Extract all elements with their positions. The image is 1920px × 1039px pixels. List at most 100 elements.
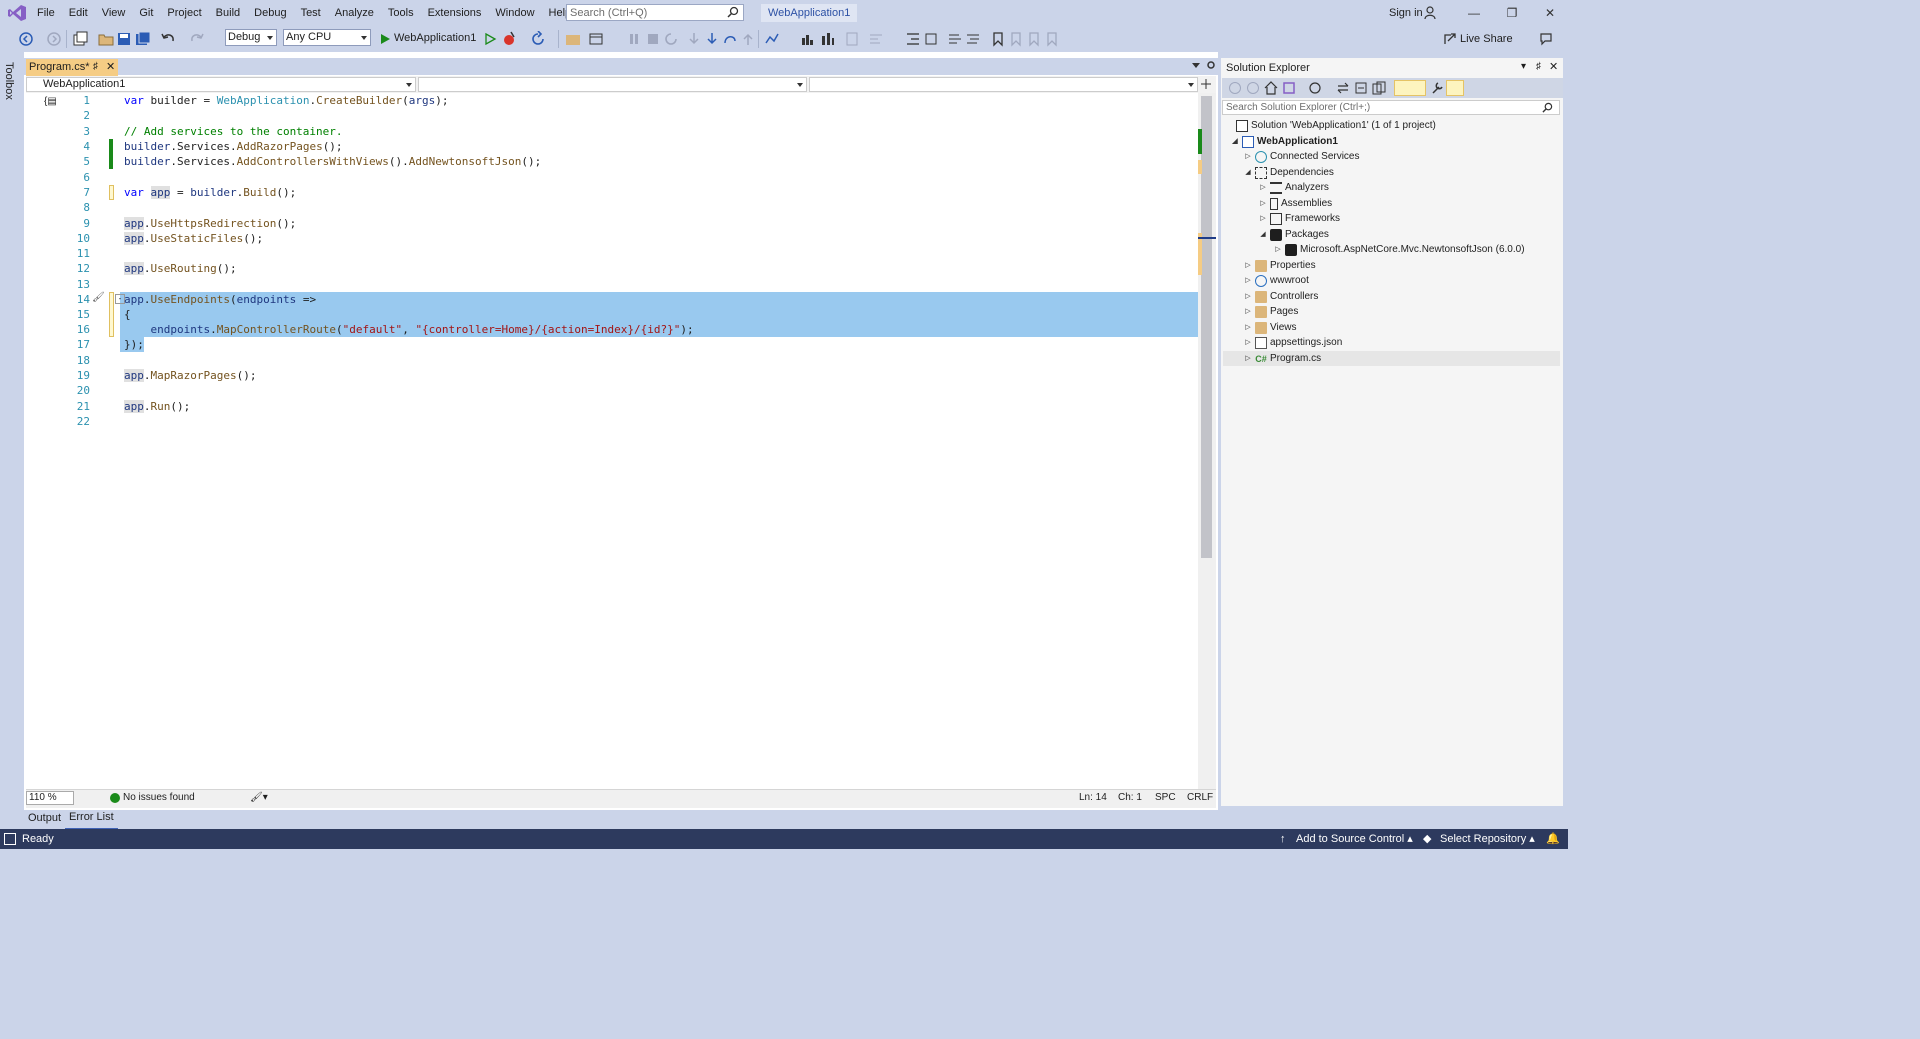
forward-icon[interactable] xyxy=(1246,81,1260,95)
preview-selected-toggle[interactable] xyxy=(1394,80,1426,96)
line-indicator[interactable]: Ln: 14 xyxy=(1079,790,1107,806)
collapsed-arrow-icon[interactable]: ▷ xyxy=(1243,289,1253,304)
tree-item-wwwroot[interactable]: ▷ wwwroot xyxy=(1243,273,1309,288)
menu-git[interactable]: Git xyxy=(132,0,160,26)
live-share-icon[interactable] xyxy=(1442,31,1458,47)
vs-logo-icon[interactable] xyxy=(8,5,26,21)
tree-item-package[interactable]: ▷ Microsoft.AspNetCore.Mvc.NewtonsoftJson… xyxy=(1273,242,1525,257)
menu-extensions[interactable]: Extensions xyxy=(421,0,489,26)
forward-icon[interactable] xyxy=(46,31,62,47)
notifications-icon[interactable]: 🔔 xyxy=(1546,829,1560,849)
tree-item-views[interactable]: ▷ Views xyxy=(1243,320,1297,335)
configuration-dropdown[interactable]: Debug xyxy=(225,29,277,46)
feedback-icon[interactable] xyxy=(1538,31,1554,47)
step-into-icon[interactable] xyxy=(686,31,702,47)
open-icon[interactable] xyxy=(98,31,114,47)
sync-icon[interactable] xyxy=(1336,81,1350,95)
show-all-files-icon[interactable] xyxy=(1372,81,1386,95)
outdent-icon[interactable] xyxy=(923,31,939,47)
expanded-arrow-icon[interactable]: ◢ xyxy=(1258,227,1268,242)
solution-explorer-search[interactable] xyxy=(1222,100,1560,115)
tasks-icon[interactable] xyxy=(820,31,836,47)
project-nav-dropdown[interactable]: WebApplication1 xyxy=(26,77,416,92)
menu-project[interactable]: Project xyxy=(160,0,208,26)
sign-in-link[interactable]: Sign in xyxy=(1389,0,1423,26)
expanded-arrow-icon[interactable]: ◢ xyxy=(1243,165,1253,180)
collapsed-arrow-icon[interactable]: ▷ xyxy=(1243,304,1253,319)
tree-item-solution[interactable]: Solution 'WebApplication1' (1 of 1 proje… xyxy=(1234,118,1436,133)
restore-button[interactable]: ❐ xyxy=(1493,0,1531,26)
prev-bookmark-icon[interactable] xyxy=(1008,31,1024,47)
column-indicator[interactable]: Ch: 1 xyxy=(1118,790,1142,806)
menu-debug[interactable]: Debug xyxy=(247,0,293,26)
split-view-icon[interactable] xyxy=(1200,78,1212,90)
collapse-all-icon[interactable] xyxy=(1354,81,1368,95)
tree-item-frameworks[interactable]: ▷ Frameworks xyxy=(1258,211,1340,226)
hot-reload-icon[interactable] xyxy=(502,31,518,47)
comment-icon[interactable] xyxy=(844,31,860,47)
collapsed-arrow-icon[interactable]: ▷ xyxy=(1243,320,1253,335)
tab-list-chevron-icon[interactable] xyxy=(1192,63,1200,69)
bookmark-icon[interactable] xyxy=(990,31,1006,47)
pin-icon[interactable]: ♯ xyxy=(93,59,98,75)
tab-error-list[interactable]: Error List xyxy=(65,808,118,830)
start-without-debug-icon[interactable] xyxy=(482,31,498,47)
start-icon[interactable] xyxy=(377,31,393,47)
format-icon[interactable] xyxy=(868,31,884,47)
layout-icon[interactable] xyxy=(588,31,604,47)
tab-program-cs[interactable]: Program.cs* ♯ ✕ xyxy=(26,59,118,76)
code-editor[interactable]: {▤ 🖌 - 1 2 3 4 5 6 7 8 9 10 11 12 13 14 … xyxy=(26,93,1198,789)
collapsed-arrow-icon[interactable]: ▷ xyxy=(1243,335,1253,350)
step-over-icon[interactable] xyxy=(704,31,720,47)
redo-icon[interactable] xyxy=(189,31,205,47)
tree-item-dependencies[interactable]: ◢ Dependencies xyxy=(1243,165,1334,180)
select-repository-button[interactable]: Select Repository ▴ xyxy=(1440,829,1535,849)
browse-icon[interactable] xyxy=(565,31,581,47)
collapsed-arrow-icon[interactable]: ▷ xyxy=(1258,211,1268,226)
menu-test[interactable]: Test xyxy=(294,0,328,26)
collapsed-arrow-icon[interactable]: ▷ xyxy=(1258,180,1268,195)
tree-item-assemblies[interactable]: ▷ Assemblies xyxy=(1258,196,1332,211)
menu-view[interactable]: View xyxy=(95,0,133,26)
tree-item-analyzers[interactable]: ▷ Analyzers xyxy=(1258,180,1329,195)
start-debugging-button[interactable]: WebApplication1 xyxy=(394,26,476,52)
back-icon[interactable] xyxy=(18,31,34,47)
clear-bookmarks-icon[interactable] xyxy=(1044,31,1060,47)
save-all-icon[interactable] xyxy=(135,31,151,47)
live-share-button[interactable]: Live Share xyxy=(1460,26,1513,52)
tree-item-appsettings[interactable]: ▷ appsettings.json xyxy=(1243,335,1342,350)
collapsed-arrow-icon[interactable]: ▷ xyxy=(1243,273,1253,288)
refresh-icon[interactable] xyxy=(530,31,546,47)
zoom-dropdown[interactable]: 110 % xyxy=(26,791,74,805)
menu-build[interactable]: Build xyxy=(209,0,247,26)
tree-item-pages[interactable]: ▷ Pages xyxy=(1243,304,1298,319)
code-cleanup-icon[interactable]: 🖌▾ xyxy=(250,790,268,806)
tree-item-packages[interactable]: ◢ Packages xyxy=(1258,227,1329,242)
menu-analyze[interactable]: Analyze xyxy=(328,0,381,26)
settings-gear-icon[interactable] xyxy=(1206,60,1216,70)
tree-item-connected-services[interactable]: ▷ Connected Services xyxy=(1243,149,1360,164)
menu-file[interactable]: File xyxy=(30,0,62,26)
preview-toggle[interactable] xyxy=(1446,80,1464,96)
new-project-icon[interactable] xyxy=(72,31,88,47)
expanded-arrow-icon[interactable]: ◢ xyxy=(1230,134,1240,149)
stop-icon[interactable] xyxy=(645,31,661,47)
account-icon[interactable] xyxy=(1424,6,1438,20)
collapsed-arrow-icon[interactable]: ▷ xyxy=(1243,149,1253,164)
collapsed-arrow-icon[interactable]: ▷ xyxy=(1243,351,1253,366)
undo-icon[interactable] xyxy=(160,31,176,47)
menu-edit[interactable]: Edit xyxy=(62,0,95,26)
diagnostics-icon[interactable] xyxy=(764,31,780,47)
spacing-indicator[interactable]: SPC xyxy=(1155,790,1176,806)
solution-explorer-search-input[interactable] xyxy=(1223,101,1529,114)
tree-item-project[interactable]: ◢ WebApplication1 xyxy=(1230,134,1338,149)
save-icon[interactable] xyxy=(116,31,132,47)
search-box[interactable] xyxy=(566,4,744,21)
line-ending-indicator[interactable]: CRLF xyxy=(1187,790,1213,806)
pending-changes-icon[interactable] xyxy=(1308,81,1322,95)
collapsed-arrow-icon[interactable]: ▷ xyxy=(1258,196,1268,211)
member-nav-dropdown[interactable] xyxy=(809,77,1198,92)
pin-icon[interactable]: ♯ xyxy=(1536,61,1541,72)
tree-item-properties[interactable]: ▷ Properties xyxy=(1243,258,1316,273)
step-back-icon[interactable] xyxy=(740,31,756,47)
